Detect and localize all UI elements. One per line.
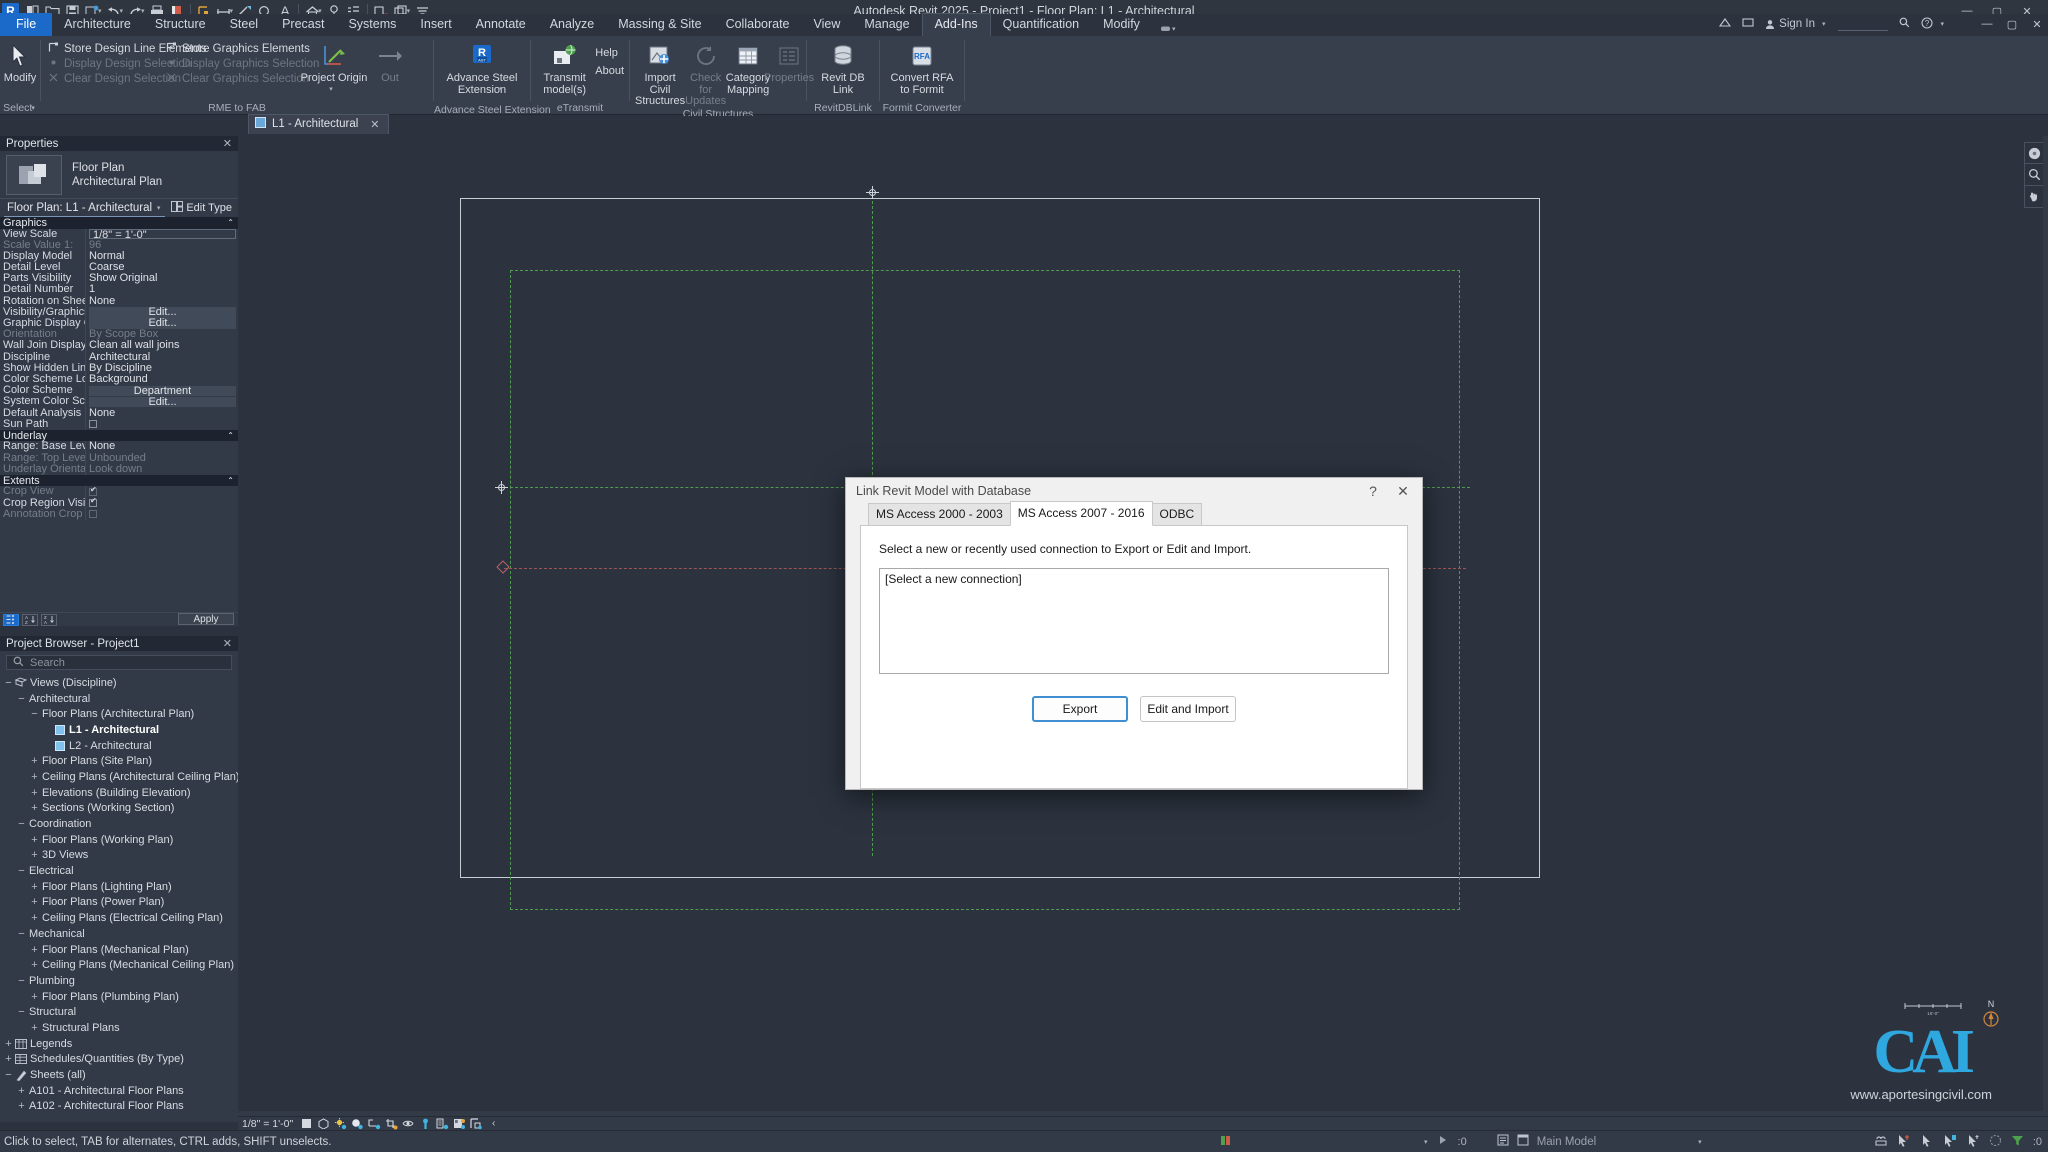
connection-list[interactable]: [Select a new connection] bbox=[879, 568, 1389, 674]
connection-list-item[interactable]: [Select a new connection] bbox=[885, 572, 1383, 586]
export-button[interactable]: Export bbox=[1032, 696, 1128, 722]
dialog-title: Link Revit Model with Database bbox=[856, 484, 1358, 498]
dialog-tab-odbc[interactable]: ODBC bbox=[1152, 503, 1203, 526]
edit-and-import-button[interactable]: Edit and Import bbox=[1140, 696, 1236, 722]
dialog-tab-ms-access-2000-2003[interactable]: MS Access 2000 - 2003 bbox=[868, 503, 1011, 526]
dialog-body: MS Access 2000 - 2003 MS Access 2007 - 2… bbox=[846, 504, 1422, 789]
dialog-tab-page: Select a new or recently used connection… bbox=[860, 525, 1408, 789]
dialog-help-button[interactable]: ? bbox=[1358, 479, 1388, 503]
dialog-tab-ms-access-2007-2016[interactable]: MS Access 2007 - 2016 bbox=[1010, 501, 1153, 526]
modal-overlay: Link Revit Model with Database ? ✕ MS Ac… bbox=[0, 0, 2048, 1152]
dialog-button-row: Export Edit and Import bbox=[879, 696, 1389, 722]
dialog-hint-text: Select a new or recently used connection… bbox=[879, 542, 1389, 556]
dialog-tab-strip: MS Access 2000 - 2003 MS Access 2007 - 2… bbox=[860, 504, 1408, 526]
link-revit-model-dialog: Link Revit Model with Database ? ✕ MS Ac… bbox=[845, 477, 1423, 790]
dialog-close-button[interactable]: ✕ bbox=[1388, 479, 1418, 503]
